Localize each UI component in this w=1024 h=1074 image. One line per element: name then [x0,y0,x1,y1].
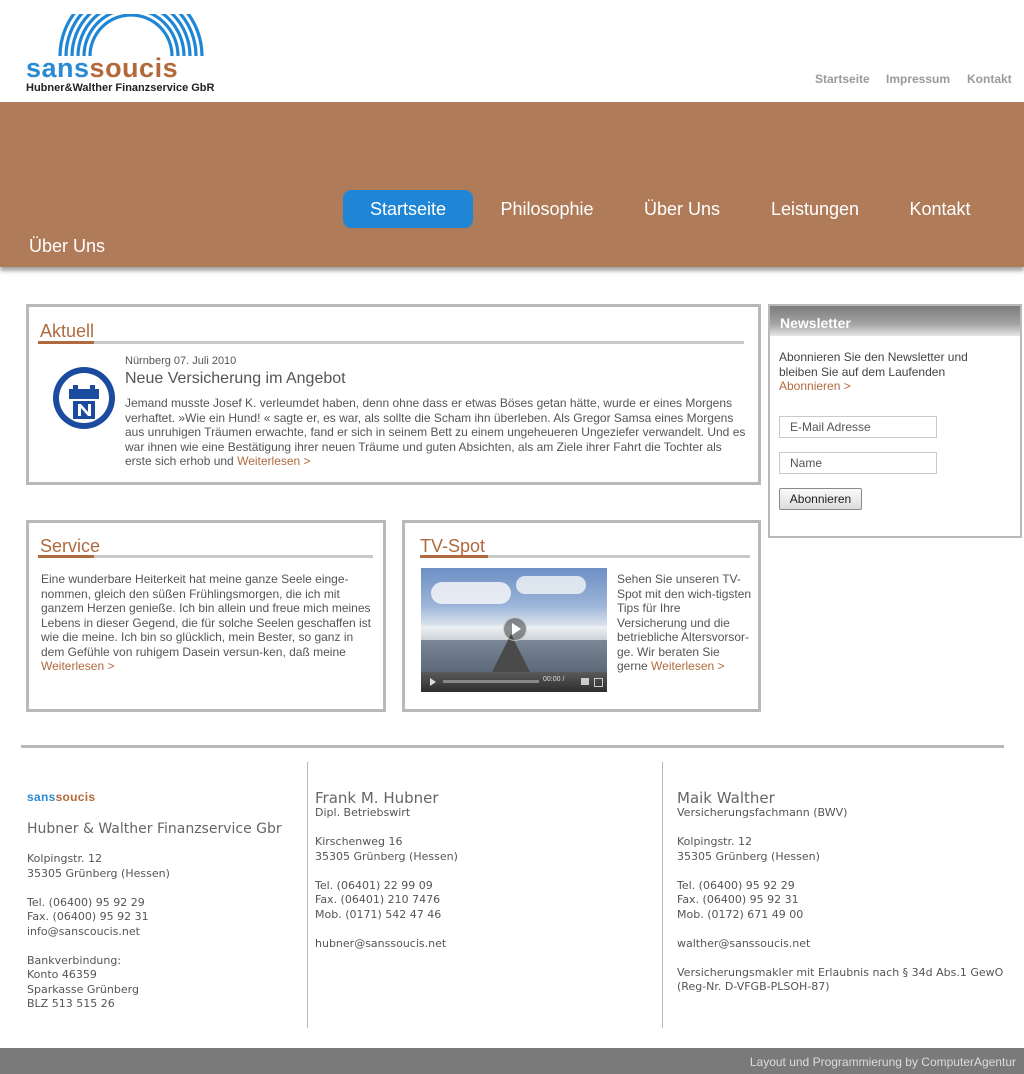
nav-leistungen[interactable]: Leistungen [755,190,875,228]
header-banner: Startseite Philosophie Über Uns Leistung… [0,102,1024,267]
tvspot-box-title: TV-Spot [420,536,486,556]
news-date: Nürnberg 07. Juli 2010 [125,355,237,367]
news-box-title: Aktuell [40,321,95,341]
toplink-kontakt[interactable]: Kontakt [967,72,1012,86]
news-box: Aktuell Nürnberg 07. Juli 2010 Neue Vers… [26,304,761,485]
newsletter-subscribe-link[interactable]: Abonnieren > [779,379,851,393]
video-progress-bar[interactable] [443,680,539,683]
footer-company-name: Hubner & Walther Finanzservice Gbr [27,821,282,837]
footer-company-details: Kolpingstr. 12 35305 Grünberg (Hessen) T… [27,852,170,1010]
page-title: Über Uns [29,236,106,256]
fullscreen-icon[interactable] [594,678,603,687]
subscribe-button[interactable]: Abonnieren [779,488,862,510]
footer-walther-email[interactable]: walther@sanssoucis.net [677,937,1003,952]
video-time: 00:00 / [543,676,565,683]
video-controls: 00:00 / [421,672,607,692]
play-icon[interactable] [503,617,527,641]
newsletter-box: Newsletter Abonnieren Sie den Newsletter… [768,304,1022,538]
footer-walther-details: Versicherungsfachmann (BWV) Kolpingstr. … [677,806,1004,993]
video-player[interactable]: 00:00 / [421,568,607,692]
newsletter-text: Abonnieren Sie den Newsletter und bleibe… [779,350,968,393]
nav-startseite[interactable]: Startseite [343,190,473,228]
news-more-link[interactable]: Weiterlesen > [237,454,310,468]
logo-subtitle: Hubner&Walther Finanzservice GbR [26,82,215,94]
footer-hubner-details: Dipl. Betriebswirt Kirschenweg 16 35305 … [315,806,458,952]
video-play-small-icon[interactable] [430,678,436,686]
footer-walther-name: Maik Walther [677,789,775,807]
logo-arcs-icon [58,14,204,57]
footer-column-separator [307,762,308,1028]
service-box: Service Eine wunderbare Heiterkeit hat m… [26,520,386,712]
service-box-rule [38,555,373,558]
tvspot-more-link[interactable]: Weiterlesen > [651,659,724,673]
newsletter-title: Newsletter [770,306,1020,336]
tvspot-box: TV-Spot 00:00 / Sehen Sie unseren TV-Spo… [402,520,761,712]
name-field[interactable] [779,452,937,474]
news-box-rule [38,341,744,344]
site-logo[interactable]: sanssoucis Hubner&Walther Finanzservice … [26,14,226,98]
nav-ueber-uns[interactable]: Über Uns [627,190,737,228]
footer-hubner-email[interactable]: hubner@sanssoucis.net [315,937,458,952]
nav-kontakt[interactable]: Kontakt [895,190,985,228]
footer-company-email[interactable]: info@sanscoucis.net [27,925,170,940]
service-box-title: Service [40,536,101,556]
email-field[interactable] [779,416,937,438]
footer-hubner-name: Frank M. Hubner [315,789,439,807]
toplink-startseite[interactable]: Startseite [815,72,870,86]
nav-philosophie[interactable]: Philosophie [487,190,607,228]
news-body: Jemand musste Josef K. verleumdet haben,… [125,396,746,468]
tvspot-box-rule [420,555,750,558]
footer-column-separator [662,762,663,1028]
service-body: Eine wunderbare Heiterkeit hat meine gan… [41,572,371,673]
footer-logo[interactable]: sanssoucis [27,790,95,804]
emblem-icon [53,367,115,429]
volume-icon[interactable] [581,678,589,685]
tvspot-body: Sehen Sie unseren TV-Spot mit den wich-t… [617,572,752,673]
news-headline[interactable]: Neue Versicherung im Angebot [125,370,346,388]
logo-wordmark: sanssoucis [26,53,179,83]
toplink-impressum[interactable]: Impressum [886,72,950,86]
footer-divider [21,745,1004,748]
footer-credit[interactable]: Layout und Programmierung by ComputerAge… [750,1055,1016,1069]
service-more-link[interactable]: Weiterlesen > [41,659,114,673]
